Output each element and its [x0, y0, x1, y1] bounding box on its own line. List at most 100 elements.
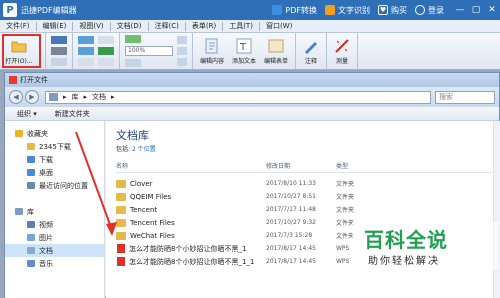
- watermark: 百科全说 助你轻松解决: [352, 222, 498, 270]
- pdf-convert-icon: [272, 5, 283, 15]
- nav-label: 文档: [39, 246, 53, 255]
- measure-button[interactable]: 测量: [330, 38, 354, 65]
- vertical-scrollbar[interactable]: [493, 121, 500, 298]
- address-row: ◀ ▶ ▸ 库 ▸ 文档 ▸ 搜索: [5, 87, 499, 107]
- menu-tools[interactable]: 工具(T): [223, 21, 259, 31]
- nav-item-2345-download[interactable]: 2345下载: [5, 140, 104, 153]
- nav-label: 图片: [39, 233, 53, 242]
- address-segment-documents[interactable]: 文档: [92, 92, 106, 102]
- menu-document[interactable]: 文档(D): [111, 21, 148, 31]
- download-folder-icon: [27, 143, 35, 150]
- add-text-button[interactable]: T 添加文本: [228, 38, 260, 65]
- search-input[interactable]: 搜索: [435, 90, 495, 104]
- column-type[interactable]: 类型: [336, 161, 376, 172]
- file-row[interactable]: Clover 2017/8/10 11:33 文件夹: [116, 177, 496, 190]
- nav-item-documents[interactable]: 文档: [5, 244, 104, 257]
- watermark-sub: 助你轻松解决: [368, 256, 440, 267]
- file-row[interactable]: QQEIM Files 2017/10/27 8:51 文件夹: [116, 190, 496, 203]
- file-type: 文件夹: [336, 207, 355, 214]
- ribbon-group-file: 打开(O)...: [0, 33, 46, 69]
- nav-label: 下载: [39, 155, 53, 164]
- login-button[interactable]: 登录: [415, 5, 444, 16]
- zoom-select[interactable]: 100%: [125, 46, 173, 56]
- edit-content-icon: [205, 38, 218, 53]
- save-icon[interactable]: [51, 36, 67, 44]
- buy-button[interactable]: ♥ 购买: [378, 5, 407, 16]
- fit-page-icon[interactable]: [125, 59, 141, 67]
- zoom-in-icon[interactable]: [177, 47, 187, 55]
- file-name: WeChat Files: [130, 231, 175, 240]
- dialog-title: 打开文件: [20, 76, 48, 84]
- file-type: 文件夹: [336, 181, 355, 188]
- svg-text:T: T: [239, 42, 247, 53]
- pdf-convert-button[interactable]: PDF转换: [272, 5, 317, 16]
- file-date: 2017/8/10 11:33: [266, 180, 316, 187]
- new-folder-button[interactable]: 新建文件夹: [55, 109, 90, 119]
- column-date[interactable]: 修改日期: [266, 161, 336, 172]
- close-button[interactable]: ✕: [484, 5, 500, 15]
- watermark-main: 百科全说: [364, 228, 448, 252]
- file-row[interactable]: Tencent 2017/7/17 11:48 文件夹: [116, 203, 496, 216]
- title-bar: P 迅捷PDF编辑器 PDF转换 文字识别 ♥ 购买 登录 — ▢ ✕: [0, 0, 500, 20]
- snapshot-icon[interactable]: [98, 47, 114, 55]
- navigation-pane: 收藏夹 2345下载 下载 桌面 最近访问的位置 库 视频 图片 文档 音乐: [5, 121, 105, 298]
- user-icon: [415, 5, 425, 15]
- select-icon[interactable]: [98, 36, 114, 44]
- nav-label: 库: [27, 207, 34, 216]
- nav-item-recent[interactable]: 最近访问的位置: [5, 179, 104, 192]
- print-icon[interactable]: [51, 47, 67, 55]
- open-button-highlight: [2, 34, 41, 68]
- edit-form-label: 编辑表单: [263, 57, 288, 65]
- nav-item-favorites[interactable]: 收藏夹: [5, 127, 104, 140]
- nav-item-desktop[interactable]: 桌面: [5, 166, 104, 179]
- redo-icon[interactable]: [78, 47, 94, 55]
- ocr-button[interactable]: 文字识别: [325, 5, 370, 16]
- menu-bar: 文件(F) 编辑(E) 视图(V) 文档(D) 注释(C) 表单(R) 工具(T…: [0, 20, 500, 33]
- menu-view[interactable]: 视图(V): [73, 21, 109, 31]
- ribbon-group-view: 100%: [120, 33, 193, 69]
- address-sep-icon: ▸: [111, 93, 115, 101]
- file-name: Clover: [130, 179, 153, 188]
- column-name[interactable]: 名称: [116, 161, 266, 172]
- fit-width-icon[interactable]: [177, 36, 187, 44]
- organize-button[interactable]: 组织 ▾: [17, 109, 37, 119]
- nav-item-videos[interactable]: 视频: [5, 218, 104, 231]
- annotate-button[interactable]: 注释: [299, 38, 323, 65]
- nav-item-music[interactable]: 音乐: [5, 257, 104, 270]
- rotate-icon[interactable]: [125, 35, 141, 43]
- nav-item-pictures[interactable]: 图片: [5, 231, 104, 244]
- address-segment-library[interactable]: 库: [72, 92, 79, 102]
- maximize-button[interactable]: ▢: [468, 5, 484, 15]
- menu-comment[interactable]: 注释(C): [149, 21, 185, 31]
- file-name: 怎么才能防晒8个小妙招让你晒不黑_1_1: [129, 257, 255, 266]
- menu-file[interactable]: 文件(F): [0, 21, 36, 31]
- file-date: 2017/7/17 11:48: [266, 206, 316, 213]
- measure-icon: [335, 38, 349, 53]
- address-bar[interactable]: ▸ 库 ▸ 文档 ▸: [45, 90, 431, 104]
- ribbon-group-measure: 测量: [327, 33, 358, 69]
- back-button[interactable]: ◀: [9, 90, 23, 104]
- ribbon-group-annotate: 注释: [296, 33, 327, 69]
- hand-icon[interactable]: [78, 58, 94, 66]
- menu-window[interactable]: 窗口(W): [260, 21, 298, 31]
- undo-icon[interactable]: [78, 36, 94, 44]
- zoom-out-icon[interactable]: [177, 58, 187, 66]
- folder-icon: [116, 179, 126, 188]
- zoom-tool-icon[interactable]: [98, 58, 114, 66]
- email-icon[interactable]: [51, 58, 67, 66]
- edit-content-button[interactable]: 编辑内容: [196, 38, 228, 65]
- pdf-convert-label: PDF转换: [285, 5, 317, 15]
- nav-item-libraries[interactable]: 库: [5, 205, 104, 218]
- picture-icon: [27, 234, 35, 241]
- menu-edit[interactable]: 编辑(E): [37, 21, 73, 31]
- download-folder-icon: [27, 156, 35, 163]
- nav-item-downloads[interactable]: 下载: [5, 153, 104, 166]
- edit-form-button[interactable]: 编辑表单: [260, 38, 292, 65]
- menu-form[interactable]: 表单(R): [186, 21, 222, 31]
- forward-button[interactable]: ▶: [25, 90, 39, 104]
- library-icon: [15, 208, 23, 215]
- library-locations-link[interactable]: 2 个位置: [132, 146, 156, 153]
- folder-icon: [116, 231, 126, 240]
- minimize-button[interactable]: —: [452, 5, 468, 15]
